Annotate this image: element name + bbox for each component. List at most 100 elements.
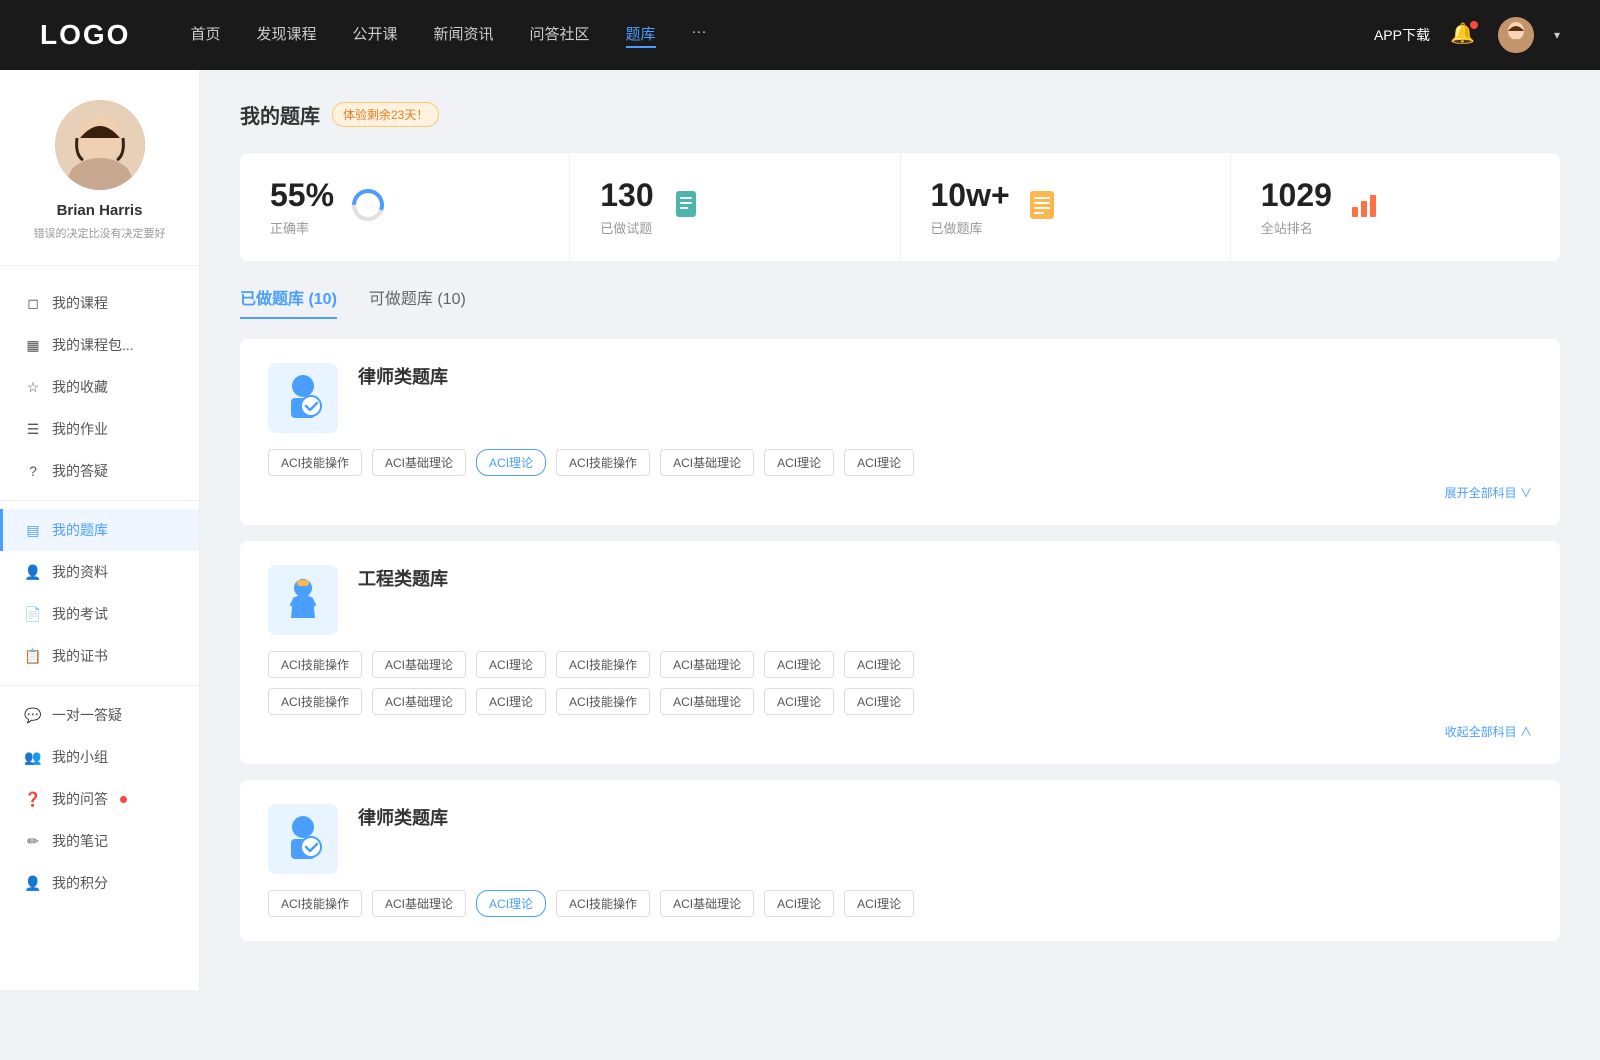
tag-4[interactable]: ACI基础理论: [660, 449, 754, 476]
tag-5[interactable]: ACI理论: [764, 449, 834, 476]
avatar[interactable]: [1498, 17, 1534, 53]
tag-l2-0[interactable]: ACI技能操作: [268, 890, 362, 917]
qbank-title-1: 律师类题库: [358, 363, 448, 389]
tag-e2-0[interactable]: ACI技能操作: [268, 688, 362, 715]
tag-e1[interactable]: ACI基础理论: [372, 651, 466, 678]
stat-done-questions-info: 130 已做试题: [600, 177, 653, 237]
sidebar-item-label: 我的课程包...: [52, 335, 134, 355]
tab-available-qbank[interactable]: 可做题库 (10): [369, 285, 466, 319]
tag-e2-1[interactable]: ACI基础理论: [372, 688, 466, 715]
stat-done-qbank: 10w+ 已做题库: [901, 153, 1231, 261]
qa-icon: ?: [24, 463, 42, 479]
sidebar-item-label: 我的小组: [52, 747, 108, 767]
nav-more[interactable]: ···: [692, 23, 707, 48]
tag-e2-4[interactable]: ACI基础理论: [660, 688, 754, 715]
qbank-title-text-1: 律师类题库: [358, 363, 448, 389]
tag-3[interactable]: ACI技能操作: [556, 449, 650, 476]
qbank-icon-lawyer-2: [268, 804, 338, 874]
tag-e2-3[interactable]: ACI技能操作: [556, 688, 650, 715]
stats-row: 55% 正确率 130 已做试题: [240, 153, 1560, 261]
tag-l2-4[interactable]: ACI基础理论: [660, 890, 754, 917]
tag-l2-1[interactable]: ACI基础理论: [372, 890, 466, 917]
tag-0[interactable]: ACI技能操作: [268, 449, 362, 476]
sidebar-item-certificates[interactable]: 📋 我的证书: [0, 635, 199, 677]
sidebar-item-materials[interactable]: 👤 我的资料: [0, 551, 199, 593]
sidebar-item-label: 我的考试: [52, 604, 108, 624]
tag-l2-2[interactable]: ACI理论: [476, 890, 546, 917]
nav-discover[interactable]: 发现课程: [256, 23, 316, 48]
tag-l2-5[interactable]: ACI理论: [764, 890, 834, 917]
sidebar-item-label: 我的问答: [52, 789, 108, 809]
tag-e6[interactable]: ACI理论: [844, 651, 914, 678]
tag-1[interactable]: ACI基础理论: [372, 449, 466, 476]
tag-2[interactable]: ACI理论: [476, 449, 546, 476]
stat-accuracy-label: 正确率: [270, 218, 334, 237]
stat-rank-info: 1029 全站排名: [1261, 177, 1332, 237]
qbank-card-engineer: 工程类题库 ACI技能操作 ACI基础理论 ACI理论 ACI技能操作 ACI基…: [240, 541, 1560, 764]
tag-6[interactable]: ACI理论: [844, 449, 914, 476]
sidebar-item-1on1[interactable]: 💬 一对一答疑: [0, 694, 199, 736]
app-download-button[interactable]: APP下载: [1374, 25, 1430, 45]
tag-l2-6[interactable]: ACI理论: [844, 890, 914, 917]
qbank-title-text-2: 工程类题库: [358, 565, 448, 591]
tag-e5[interactable]: ACI理论: [764, 651, 834, 678]
tag-e0[interactable]: ACI技能操作: [268, 651, 362, 678]
qbank-title-text-3: 律师类题库: [358, 804, 448, 830]
tag-e3[interactable]: ACI技能操作: [556, 651, 650, 678]
notification-bell[interactable]: 🔔: [1450, 21, 1478, 49]
sidebar-item-exams[interactable]: 📄 我的考试: [0, 593, 199, 635]
stat-accuracy-info: 55% 正确率: [270, 177, 334, 237]
tag-e4[interactable]: ACI基础理论: [660, 651, 754, 678]
sidebar-item-qa[interactable]: ? 我的答疑: [0, 450, 199, 492]
tag-e2-2[interactable]: ACI理论: [476, 688, 546, 715]
profile-avatar: [55, 100, 145, 190]
packages-icon: ▦: [24, 337, 42, 354]
stat-rank: 1029 全站排名: [1231, 153, 1560, 261]
bar-chart-icon: [1348, 189, 1380, 226]
notification-dot: [1470, 21, 1478, 29]
page-layout: Brian Harris 错误的决定比没有决定要好 ◻ 我的课程 ▦ 我的课程包…: [0, 70, 1600, 990]
sidebar-item-questions[interactable]: ❓ 我的问答: [0, 778, 199, 820]
sidebar-item-courses[interactable]: ◻ 我的课程: [0, 282, 199, 324]
sidebar-item-label: 我的收藏: [52, 377, 108, 397]
sidebar-item-favorites[interactable]: ☆ 我的收藏: [0, 366, 199, 408]
notification-dot-small: [120, 796, 127, 803]
avatar-image: [1498, 17, 1534, 53]
materials-icon: 👤: [24, 564, 42, 581]
sidebar-item-label: 我的作业: [52, 419, 108, 439]
points-icon: 👤: [24, 875, 42, 892]
sidebar-item-notes[interactable]: ✏ 我的笔记: [0, 820, 199, 862]
stat-done-qbank-label: 已做题库: [931, 218, 1010, 237]
exams-icon: 📄: [24, 606, 42, 623]
tag-e2-6[interactable]: ACI理论: [844, 688, 914, 715]
nav-open-course[interactable]: 公开课: [352, 23, 397, 48]
sidebar-item-qbank[interactable]: ▤ 我的题库: [0, 509, 199, 551]
qbank-card-lawyer-1: 律师类题库 ACI技能操作 ACI基础理论 ACI理论 ACI技能操作 ACI基…: [240, 339, 1560, 525]
collapse-link-2[interactable]: 收起全部科目 ∧: [268, 723, 1532, 740]
courses-icon: ◻: [24, 295, 42, 312]
sidebar-item-homework[interactable]: ☰ 我的作业: [0, 408, 199, 450]
sidebar: Brian Harris 错误的决定比没有决定要好 ◻ 我的课程 ▦ 我的课程包…: [0, 70, 200, 990]
stat-done-questions-label: 已做试题: [600, 218, 653, 237]
tag-e2[interactable]: ACI理论: [476, 651, 546, 678]
expand-link-1[interactable]: 展开全部科目 ∨: [268, 484, 1532, 501]
tag-l2-3[interactable]: ACI技能操作: [556, 890, 650, 917]
user-menu-chevron[interactable]: ▾: [1554, 28, 1560, 42]
nav-links: 首页 发现课程 公开课 新闻资讯 问答社区 题库 ···: [190, 23, 1374, 48]
nav-news[interactable]: 新闻资讯: [434, 23, 494, 48]
homework-icon: ☰: [24, 421, 42, 438]
main-content: 我的题库 体验剩余23天！ 55% 正确率: [200, 70, 1600, 990]
nav-home[interactable]: 首页: [190, 23, 220, 48]
nav-qa[interactable]: 问答社区: [530, 23, 590, 48]
sidebar-item-points[interactable]: 👤 我的积分: [0, 862, 199, 904]
nav-qbank[interactable]: 题库: [626, 23, 656, 48]
sidebar-item-label: 我的题库: [52, 520, 108, 540]
sidebar-item-label: 我的证书: [52, 646, 108, 666]
sidebar-item-course-packages[interactable]: ▦ 我的课程包...: [0, 324, 199, 366]
sidebar-item-groups[interactable]: 👥 我的小组: [0, 736, 199, 778]
stat-accuracy-value: 55%: [270, 177, 334, 214]
sidebar-item-label: 一对一答疑: [52, 705, 122, 725]
cert-icon: 📋: [24, 648, 42, 665]
tab-done-qbank[interactable]: 已做题库 (10): [240, 285, 337, 319]
tag-e2-5[interactable]: ACI理论: [764, 688, 834, 715]
